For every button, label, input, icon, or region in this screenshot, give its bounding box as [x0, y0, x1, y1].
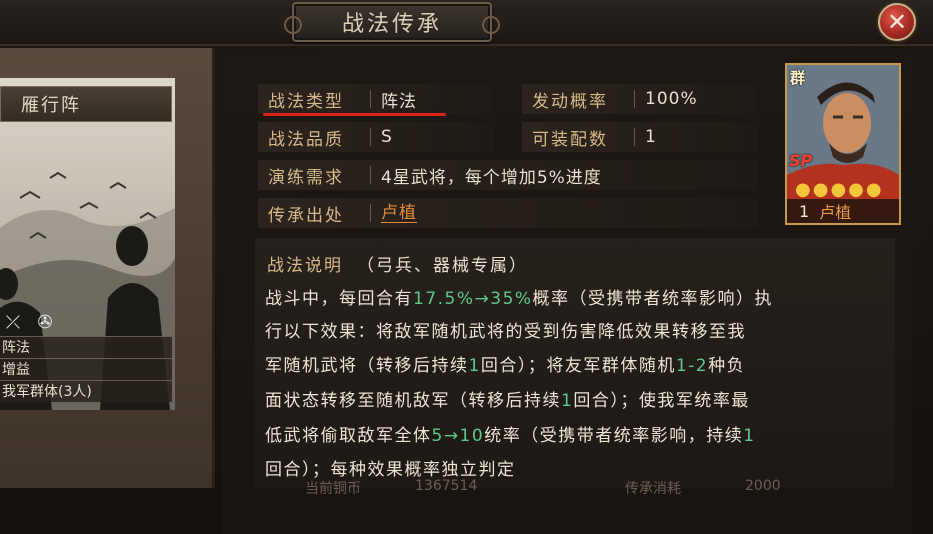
faction-badge: 群	[790, 69, 806, 87]
close-button[interactable]: ✕	[878, 3, 916, 41]
info-row-source: 传承出处 卢植	[258, 198, 758, 228]
desc-text: 回合）；将友军群体随机	[480, 356, 676, 376]
current-coins-value: 1367514	[415, 478, 478, 494]
star-icon: ●	[830, 179, 847, 200]
general-card[interactable]: 群 SP ● ● ● ● ● 1 卢植	[785, 63, 901, 225]
info-row-requirement: 演练需求 4星武将，每个增加5%进度	[258, 160, 758, 190]
desc-text: 面状态转移至随机敌军（转移后持续	[265, 391, 561, 411]
divider	[370, 90, 371, 108]
inherit-cost-label: 传承消耗	[625, 481, 681, 497]
sp-badge: SP	[789, 151, 813, 170]
star-icon: ●	[795, 179, 811, 200]
star-icon: ●	[848, 179, 864, 200]
description-line-1: 战斗中，每回合有17.5%→35%概率（受携带者统率影响）执	[265, 285, 773, 313]
requirement-value: 4星武将，每个增加5%进度	[381, 167, 602, 188]
desc-highlight: 1-2	[675, 356, 709, 376]
desc-text: 低武将偷取敌军全体	[265, 426, 432, 446]
description-line-2: 行以下效果：将敌军随机武将的受到伤害降低效果转移至我	[265, 318, 746, 346]
tactic-name-header: 雁行阵	[0, 86, 172, 122]
highlight-underline	[263, 113, 446, 116]
divider	[370, 204, 371, 222]
current-coins-label: 当前铜币	[305, 481, 361, 497]
card-footer: 1 卢植	[787, 199, 899, 223]
divider	[370, 166, 371, 184]
source-label: 传承出处	[268, 205, 344, 226]
general-name: 卢植	[819, 203, 852, 222]
type-value: 阵法	[381, 91, 417, 112]
equip-label: 可装配数	[532, 129, 608, 150]
desc-highlight: 5→10	[431, 426, 485, 446]
general-level: 1	[799, 201, 810, 221]
description-note: （弓兵、器械专属）	[357, 256, 528, 276]
tactic-attributes: 阵法 增益 我军群体(3人)	[0, 336, 172, 402]
tactic-name: 雁行阵	[21, 95, 81, 116]
divider	[634, 128, 635, 146]
info-row-rate: 发动概率 100%	[522, 84, 758, 114]
description-title: 战法说明	[267, 256, 343, 276]
tactic-attr-effect: 增益	[0, 358, 172, 380]
tactic-attr-type: 阵法	[0, 336, 172, 358]
tactic-attr-target: 我军群体(3人)	[0, 380, 172, 402]
equip-value: 1	[645, 127, 657, 147]
rate-label: 发动概率	[532, 91, 608, 112]
divider	[634, 90, 635, 108]
desc-text: 战斗中，每回合有	[265, 289, 413, 309]
rate-value: 100%	[645, 89, 698, 109]
desc-text: 行以下效果：将敌军随机武将的受到伤害降低效果转移至我	[265, 322, 746, 342]
quality-label: 战法品质	[268, 129, 344, 150]
cost-strip-partial: 当前铜币 1367514 传承消耗 2000	[255, 478, 895, 498]
window-title: 战法传承	[341, 12, 442, 37]
quality-value: S	[381, 127, 393, 147]
star-icon: ●	[865, 179, 882, 200]
source-general-link[interactable]: 卢植	[381, 204, 417, 223]
desc-text: 种负	[708, 356, 746, 376]
close-icon: ✕	[886, 8, 908, 36]
description-line-5: 低武将偷取敌军全体5→10统率（受携带者统率影响，持续1	[265, 422, 756, 450]
desc-text: 军随机武将（转移后持续	[265, 356, 469, 376]
description-line-3: 军随机武将（转移后持续1回合）；将友军群体随机1-2种负	[265, 352, 745, 380]
description-header: 战法说明 （弓兵、器械专属）	[267, 251, 528, 276]
inherit-cost-value: 2000	[745, 478, 781, 494]
desc-highlight: 1	[468, 356, 481, 376]
star-icon: ●	[812, 179, 829, 200]
info-row-equip: 可装配数 1	[522, 122, 758, 152]
info-row-type: 战法类型 阵法	[258, 84, 494, 114]
desc-text: 回合）；使我军统率最	[573, 391, 750, 411]
desc-highlight: 17.5%→35%	[413, 289, 533, 309]
top-bar: 战法传承 ✕	[0, 0, 933, 46]
desc-text: 概率（受携带者统率影响）执	[532, 289, 774, 309]
description-line-4: 面状态转移至随机敌军（转移后持续1回合）；使我军统率最	[265, 387, 750, 415]
tactic-icons: ⤫ ✇	[2, 312, 56, 334]
divider	[370, 128, 371, 146]
desc-highlight: 1	[561, 391, 574, 411]
bow-crossbow-icon: ⤫	[5, 312, 21, 333]
wheel-icon: ✇	[37, 312, 53, 333]
type-label: 战法类型	[268, 91, 344, 112]
title-plate: 战法传承	[284, 2, 500, 42]
desc-text: 回合）；每种效果概率独立判定	[265, 460, 516, 480]
desc-text: 统率（受携带者统率影响，持续	[484, 426, 744, 446]
requirement-label: 演练需求	[268, 167, 344, 188]
info-row-quality: 战法品质 S	[258, 122, 494, 152]
star-rating: ● ● ● ● ●	[795, 181, 882, 199]
desc-highlight: 1	[743, 426, 756, 446]
